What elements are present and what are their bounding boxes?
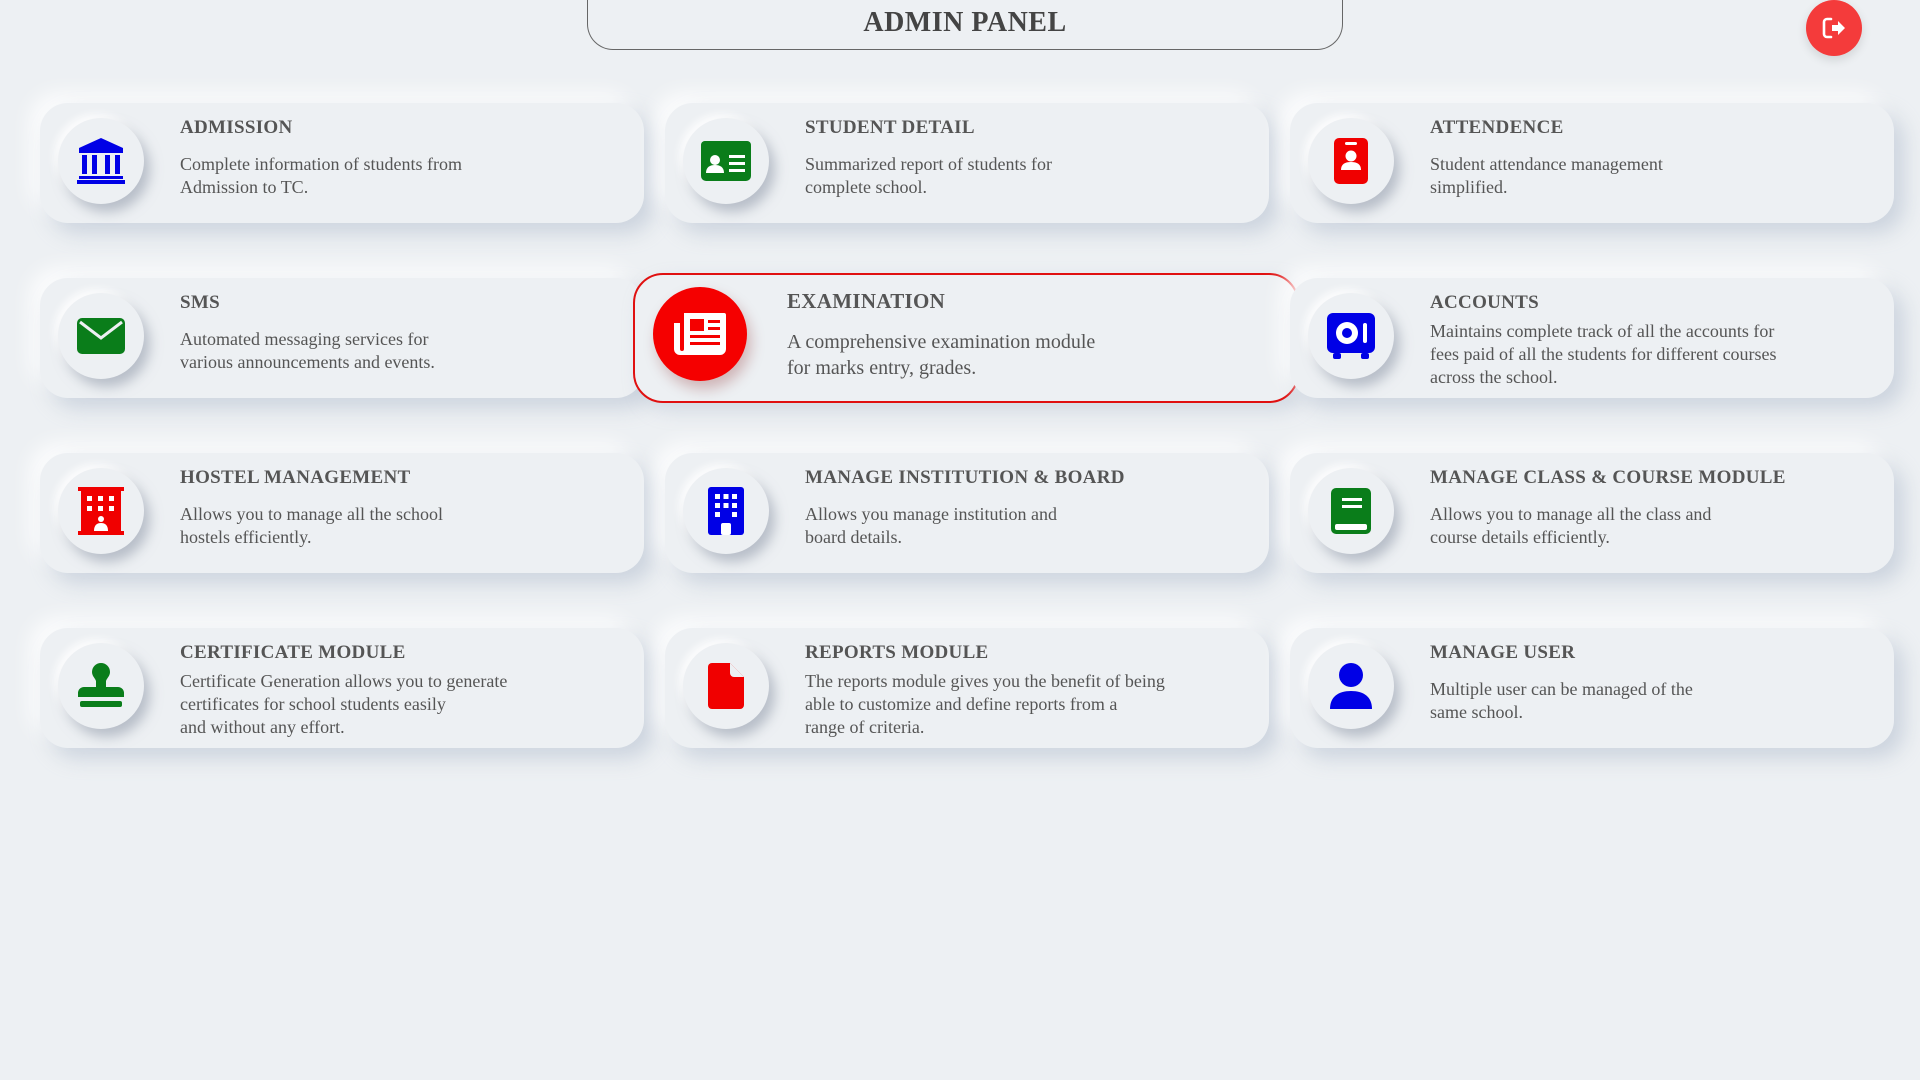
card-title: MANAGE INSTITUTION & BOARD xyxy=(805,467,1125,488)
card-icon-holder xyxy=(58,293,144,379)
safe-icon xyxy=(1327,313,1375,359)
card-hostel-management[interactable]: HOSTEL MANAGEMENT Allows you to manage a… xyxy=(40,453,644,573)
card-title: EXAMINATION xyxy=(787,289,946,313)
card-description: Student attendance management simplified. xyxy=(1430,154,1663,197)
card-admission[interactable]: ADMISSION Complete information of studen… xyxy=(40,103,644,223)
logout-button[interactable] xyxy=(1806,0,1862,56)
card-certificate-module[interactable]: CERTIFICATE MODULE Certificate Generatio… xyxy=(40,628,644,748)
card-icon-holder xyxy=(683,118,769,204)
card-description: Allows you to manage all the class and co… xyxy=(1430,504,1712,547)
card-title: CERTIFICATE MODULE xyxy=(180,642,406,663)
page-header: ADMIN PANEL xyxy=(587,0,1343,50)
envelope-icon xyxy=(77,318,125,354)
page-title: ADMIN PANEL xyxy=(863,7,1067,38)
card-examination[interactable]: EXAMINATION A comprehensive examination … xyxy=(633,273,1299,403)
card-icon-holder xyxy=(683,643,769,729)
card-icon-holder xyxy=(683,468,769,554)
card-icon-holder xyxy=(1308,118,1394,204)
user-icon xyxy=(1330,663,1372,709)
card-description: A comprehensive examination module for ma… xyxy=(787,331,1096,379)
card-description: The reports module gives you the benefit… xyxy=(805,671,1165,737)
card-icon-holder xyxy=(58,468,144,554)
id-badge-icon xyxy=(1334,138,1368,184)
card-title: REPORTS MODULE xyxy=(805,642,989,663)
card-title: MANAGE USER xyxy=(1430,642,1576,663)
hotel-icon xyxy=(78,487,124,535)
card-title: STUDENT DETAIL xyxy=(805,117,975,138)
book-icon xyxy=(1331,488,1371,534)
card-title: HOSTEL MANAGEMENT xyxy=(180,467,411,488)
card-manage-institution-board[interactable]: MANAGE INSTITUTION & BOARD Allows you ma… xyxy=(665,453,1269,573)
newspaper-icon xyxy=(674,313,726,355)
card-accounts[interactable]: ACCOUNTS Maintains complete track of all… xyxy=(1290,278,1894,398)
card-title: ATTENDENCE xyxy=(1430,117,1564,138)
card-manage-user[interactable]: MANAGE USER Multiple user can be managed… xyxy=(1290,628,1894,748)
card-sms[interactable]: SMS Automated messaging services for vari… xyxy=(40,278,644,398)
building-icon xyxy=(708,487,744,535)
card-attendence[interactable]: ATTENDENCE Student attendance management… xyxy=(1290,103,1894,223)
card-description: Allows you to manage all the school hoste… xyxy=(180,504,443,547)
card-icon-holder xyxy=(58,118,144,204)
card-description: Multiple user can be managed of the same … xyxy=(1430,679,1693,722)
card-description: Summarized report of students for complet… xyxy=(805,154,1052,197)
card-description: Certificate Generation allows you to gen… xyxy=(180,671,508,737)
card-icon-holder xyxy=(1308,643,1394,729)
card-title: MANAGE CLASS & COURSE MODULE xyxy=(1430,467,1786,488)
logout-icon xyxy=(1822,17,1846,39)
card-manage-class-course[interactable]: MANAGE CLASS & COURSE MODULE Allows you … xyxy=(1290,453,1894,573)
card-reports-module[interactable]: REPORTS MODULE The reports module gives … xyxy=(665,628,1269,748)
card-icon-holder xyxy=(58,643,144,729)
card-title: ACCOUNTS xyxy=(1430,292,1540,313)
card-description: Automated messaging services for various … xyxy=(180,329,435,372)
card-title: ADMISSION xyxy=(180,117,293,138)
card-title: SMS xyxy=(180,292,220,313)
card-icon-holder xyxy=(1308,468,1394,554)
card-description: Allows you manage institution and board d… xyxy=(805,504,1057,547)
card-icon-holder xyxy=(653,287,747,381)
card-icon-holder xyxy=(1308,293,1394,379)
id-card-icon xyxy=(701,141,751,181)
card-description: Complete information of students from Adm… xyxy=(180,154,462,197)
file-icon xyxy=(708,663,744,709)
bank-icon xyxy=(77,138,125,184)
stamp-icon xyxy=(78,663,124,709)
card-description: Maintains complete track of all the acco… xyxy=(1430,321,1777,387)
card-student-detail[interactable]: STUDENT DETAIL Summarized report of stud… xyxy=(665,103,1269,223)
